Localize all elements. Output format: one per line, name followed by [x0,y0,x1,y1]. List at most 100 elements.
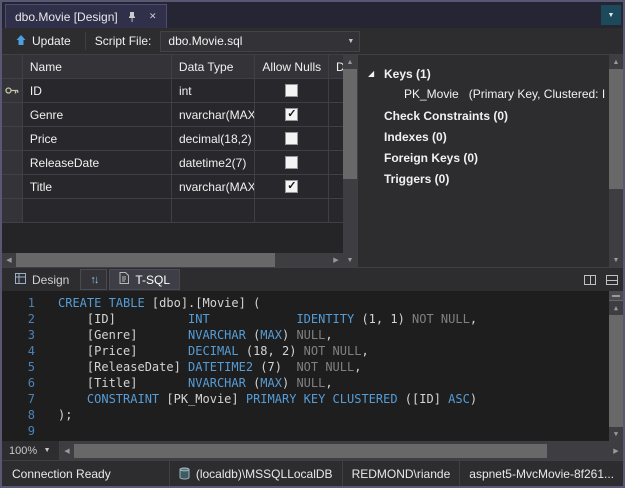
scroll-down-icon[interactable]: ▼ [343,253,357,267]
editor-horizontal-scrollbar[interactable]: ◀ ▶ [60,441,623,460]
cell-name[interactable]: ID [23,79,172,103]
cell-allow-nulls[interactable] [255,175,329,199]
cell-allow-nulls[interactable] [255,127,329,151]
cell-data-type[interactable]: nvarchar(MAX) [172,103,256,127]
cell-default[interactable] [329,199,343,223]
tab-tsql[interactable]: T-SQL [109,269,180,290]
line-number: 5 [2,359,46,375]
columns-grid: Name Data Type Allow Nulls D IDintGenren… [2,55,358,267]
cell-data-type[interactable]: decimal(18,2) [172,127,256,151]
cell-data-type[interactable]: nvarchar(MAX) [172,175,256,199]
cell-default[interactable] [329,103,343,127]
grid-horizontal-scrollbar[interactable]: ◀ ▶ [2,253,343,267]
cell-allow-nulls[interactable] [255,103,329,127]
cell-default[interactable] [329,175,343,199]
cell-name[interactable]: ReleaseDate [23,151,172,175]
panel-vertical-scrollbar[interactable]: ▲ ▼ [609,55,623,267]
tsql-code[interactable]: CREATE TABLE [dbo].[Movie] ( [ID] INT ID… [46,291,609,441]
table-row[interactable]: ReleaseDatedatetime2(7) [2,151,343,175]
scrollbar-thumb[interactable] [609,315,623,427]
cell-default[interactable] [329,127,343,151]
swap-panes-button[interactable]: ↑↓ [80,269,107,290]
allow-nulls-checkbox[interactable] [285,108,298,121]
row-selector[interactable] [2,103,23,127]
split-vertical-button[interactable] [579,269,601,290]
close-icon[interactable]: ✕ [146,10,160,24]
panel-section-header[interactable]: Triggers (0) [368,168,609,189]
row-selector[interactable] [2,199,23,223]
cell-name[interactable]: Genre [23,103,172,127]
pin-icon[interactable] [125,10,139,24]
allow-nulls-checkbox[interactable] [285,156,298,169]
update-button[interactable]: Update [10,32,76,51]
scroll-down-icon[interactable]: ▼ [609,253,623,267]
allow-nulls-checkbox[interactable] [285,180,298,193]
code-line: [Title] NVARCHAR (MAX) NULL, [58,375,609,391]
scroll-right-icon[interactable]: ▶ [329,253,343,267]
scroll-right-icon[interactable]: ▶ [609,444,623,458]
panel-section: Indexes (0) [368,126,609,147]
column-header-allow-nulls[interactable]: Allow Nulls [255,55,329,79]
select-all-cell[interactable] [2,55,23,79]
scroll-up-icon[interactable]: ▲ [609,301,623,315]
code-line: CONSTRAINT [PK_Movie] PRIMARY KEY CLUSTE… [58,391,609,407]
row-selector[interactable] [2,175,23,199]
cell-allow-nulls[interactable] [255,151,329,175]
cell-default[interactable] [329,79,343,103]
table-row[interactable]: Genrenvarchar(MAX) [2,103,343,127]
tsql-editor[interactable]: 123456789 CREATE TABLE [dbo].[Movie] ( [… [2,291,623,441]
splitter-grip-icon[interactable] [609,291,623,301]
table-row[interactable]: IDint [2,79,343,103]
scroll-up-icon[interactable]: ▲ [609,55,623,69]
tab-list-dropdown-button[interactable]: ▼ [601,5,621,25]
scrollbar-thumb[interactable] [74,444,547,458]
allow-nulls-checkbox[interactable] [285,132,298,145]
row-selector[interactable] [2,127,23,151]
cell-name[interactable]: Title [23,175,172,199]
panel-section: ◢Keys (1)PK_Movie (Primary Key, Clustere… [368,63,609,105]
table-row[interactable]: Pricedecimal(18,2) [2,127,343,151]
panel-section-header[interactable]: Check Constraints (0) [368,105,609,126]
scroll-left-icon[interactable]: ◀ [60,444,74,458]
row-selector[interactable] [2,79,23,103]
cell-data-type[interactable] [172,199,256,223]
scrollbar-thumb[interactable] [16,253,275,267]
editor-vertical-scrollbar[interactable]: ▲ ▼ [609,291,623,441]
table-row[interactable] [2,199,343,223]
script-file-combobox[interactable]: dbo.Movie.sql ▼ [160,31,360,52]
zoom-control[interactable]: 100% ▼ [2,441,60,460]
panel-section-header[interactable]: ◢Keys (1) [368,63,609,84]
script-file-icon [119,272,129,287]
cell-data-type[interactable]: int [172,79,256,103]
scroll-left-icon[interactable]: ◀ [2,253,16,267]
column-header-name[interactable]: Name [23,55,172,79]
zoom-value: 100% [9,445,37,457]
primary-key-icon [5,84,19,98]
panel-child-item[interactable]: PK_Movie (Primary Key, Clustered: I [368,84,609,105]
allow-nulls-checkbox[interactable] [285,84,298,97]
panel-section: Triggers (0) [368,168,609,189]
context-panel-list: ◢Keys (1)PK_Movie (Primary Key, Clustere… [358,55,609,267]
row-selector[interactable] [2,151,23,175]
scroll-up-icon[interactable]: ▲ [343,55,357,69]
scrollbar-thumb[interactable] [609,69,623,189]
tab-tsql-label: T-SQL [135,273,170,287]
scrollbar-thumb[interactable] [343,69,357,179]
tab-design[interactable]: Design [6,269,78,290]
scroll-down-icon[interactable]: ▼ [609,427,623,441]
panel-section-header[interactable]: Indexes (0) [368,126,609,147]
cell-default[interactable] [329,151,343,175]
cell-data-type[interactable]: datetime2(7) [172,151,256,175]
cell-name[interactable] [23,199,172,223]
column-header-data-type[interactable]: Data Type [172,55,256,79]
table-row[interactable]: Titlenvarchar(MAX) [2,175,343,199]
panel-section-header[interactable]: Foreign Keys (0) [368,147,609,168]
panel-section-label: Indexes (0) [384,130,447,144]
cell-name[interactable]: Price [23,127,172,151]
cell-allow-nulls[interactable] [255,199,329,223]
column-header-default[interactable]: D [329,55,343,79]
cell-allow-nulls[interactable] [255,79,329,103]
document-tab[interactable]: dbo.Movie [Design] ✕ [5,4,167,28]
split-horizontal-button[interactable] [601,269,623,290]
grid-vertical-scrollbar[interactable]: ▲ ▼ [343,55,357,267]
